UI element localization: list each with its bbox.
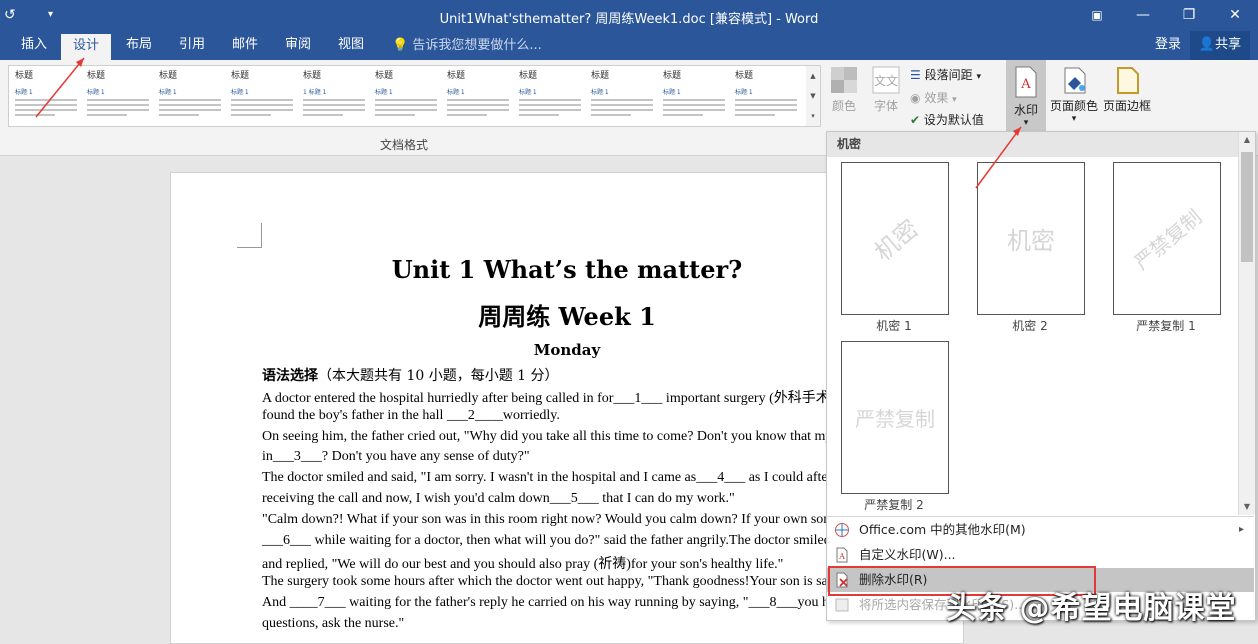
arrow-to-design-tab	[35, 57, 85, 118]
tutorial-arrows	[35, 57, 1022, 189]
brand-overlay: 头条 @希望电脑课堂	[946, 591, 1237, 626]
arrow-head	[1013, 127, 1021, 136]
arrow-to-watermark-button	[975, 126, 1022, 189]
